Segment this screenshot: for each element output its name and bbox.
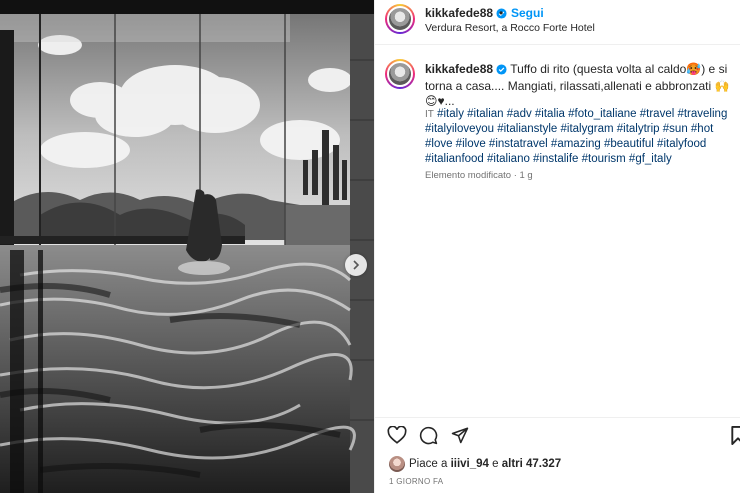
comment-icon[interactable]	[419, 426, 438, 450]
hashtags[interactable]: #italy #italian #adv #italia #foto_itali…	[425, 108, 727, 165]
separator-dot: •	[499, 6, 504, 20]
verified-badge-icon	[496, 64, 507, 79]
caption-author-avatar[interactable]	[385, 59, 415, 89]
caption-username-text[interactable]: kikkafede88	[425, 62, 493, 76]
bookmark-icon[interactable]	[731, 426, 740, 450]
post-side-panel: kikkafede88 • Segui Verdura Resort, a Ro…	[374, 0, 740, 493]
author-username-row[interactable]: kikkafede88	[425, 6, 507, 22]
caption-username[interactable]: kikkafede88	[425, 62, 507, 76]
action-bar	[375, 417, 740, 447]
caption: kikkafede88 Tuffo di rito (questa volta …	[425, 62, 737, 109]
likes-prefix: Piace a	[409, 458, 451, 470]
send-icon[interactable]	[451, 426, 469, 449]
hashtags-block: IT #italy #italian #adv #italia #foto_it…	[425, 107, 737, 167]
liker-username[interactable]: iiivi_94	[451, 458, 489, 470]
post-header: kikkafede88 • Segui Verdura Resort, a Ro…	[375, 0, 740, 45]
likes-middle: e	[488, 458, 502, 470]
likes-others-count[interactable]: altri 47.327	[502, 458, 561, 470]
post-photo[interactable]	[0, 0, 374, 493]
author-username[interactable]: kikkafede88	[425, 6, 493, 20]
language-label: IT	[425, 109, 434, 120]
next-photo-button[interactable]	[345, 254, 367, 276]
author-avatar[interactable]	[385, 4, 415, 34]
chevron-right-icon	[353, 260, 360, 270]
pool-photo-image	[0, 0, 374, 493]
likes-text: Piace a iiivi_94 e altri 47.327	[409, 458, 561, 470]
edited-timestamp: Elemento modificato · 1 g	[425, 170, 533, 181]
post-date[interactable]: 1 GIORNO FA	[389, 477, 443, 486]
location-link[interactable]: Verdura Resort, a Rocco Forte Hotel	[425, 22, 595, 34]
follow-button[interactable]: Segui	[511, 6, 544, 20]
heart-icon[interactable]	[387, 425, 407, 449]
liker-avatar[interactable]	[389, 456, 405, 472]
